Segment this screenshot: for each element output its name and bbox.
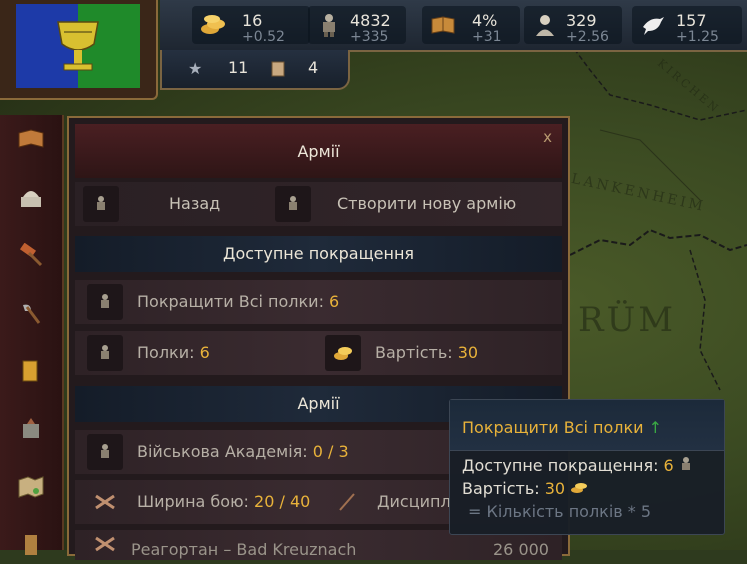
- country-flag-frame[interactable]: [0, 0, 158, 100]
- scroll-icon: [22, 360, 38, 382]
- soldier-icon: [83, 186, 119, 222]
- star-icon: ★: [188, 59, 203, 78]
- soldier-icon: [87, 434, 123, 470]
- create-army-button[interactable]: Створити нову армію: [337, 194, 516, 213]
- tooltip-header: Покращити Всі полки ↑: [450, 400, 724, 451]
- soldier-icon: [323, 14, 335, 37]
- tooltip-title: Покращити Всі полки: [462, 418, 644, 437]
- soldier-icon: [87, 284, 123, 320]
- axe-icon: [23, 304, 41, 324]
- combat-width-value: 20 / 40: [254, 492, 311, 511]
- academy-value: 0 / 3: [312, 442, 349, 461]
- resource-stability[interactable]: 157 +1.25: [632, 6, 742, 45]
- bust-icon: [536, 15, 554, 36]
- regiments-row: Полки: 6 Вартість: 30: [75, 331, 562, 375]
- soldier-icon: [87, 335, 123, 371]
- fort-icon: [23, 418, 39, 438]
- secondary-resource-bar: ★ 11 4: [160, 50, 350, 90]
- resource-gold[interactable]: 16 +0.52: [192, 6, 310, 45]
- palace-icon: [21, 191, 41, 207]
- resource-manpower[interactable]: 4832 +335: [308, 6, 406, 45]
- book-icon: [18, 129, 44, 148]
- sidebar-axe-button[interactable]: [12, 294, 50, 332]
- sidebar-banner-button[interactable]: [12, 526, 50, 564]
- back-button[interactable]: Назад: [169, 194, 220, 213]
- academy-label: Військова Академія:: [137, 442, 308, 461]
- cost-label: Вартість:: [375, 343, 453, 362]
- regiments-value: 6: [199, 343, 210, 362]
- country-flag[interactable]: [16, 4, 140, 88]
- soldier-icon: [275, 186, 311, 222]
- map-icon: [18, 476, 44, 498]
- book-icon: [431, 16, 455, 34]
- panel-header: Армії x: [75, 124, 562, 178]
- gold-coins-icon: [571, 483, 588, 493]
- map-label-rum: RÜM: [578, 300, 677, 340]
- arrow-up-icon: ↑: [648, 418, 663, 437]
- close-icon[interactable]: x: [543, 128, 552, 146]
- crossed-swords-icon: [87, 484, 123, 520]
- banner-icon: [25, 535, 37, 555]
- tooltip-available-label: Доступне покращення:: [462, 456, 659, 475]
- gold-coins-icon: [201, 15, 225, 34]
- upgrade-section-header: Доступне покращення: [75, 236, 562, 272]
- tooltip-formula: = Кількість полків * 5: [468, 502, 652, 521]
- upgrade-section-title: Доступне покращення: [222, 244, 415, 263]
- sidebar-gavel-button[interactable]: [12, 236, 50, 274]
- upgrade-tooltip: Покращити Всі полки ↑ Доступне покращенн…: [449, 399, 725, 535]
- soldier-icon: [681, 457, 690, 470]
- sidebar-fort-button[interactable]: [12, 410, 50, 448]
- tooltip-cost-value: 30: [544, 479, 566, 498]
- stars-value[interactable]: 11: [228, 58, 248, 77]
- upgrade-all-label: Покращити Всі полки:: [137, 292, 324, 311]
- resource-research[interactable]: 4% +31: [422, 6, 520, 45]
- resource-prestige[interactable]: 329 +2.56: [524, 6, 622, 45]
- combat-width-label: Ширина бою:: [137, 492, 249, 511]
- scroll-icon: [271, 61, 285, 77]
- dove-icon: [643, 17, 664, 35]
- tooltip-available-value: 6: [663, 456, 674, 475]
- sidebar-book-button[interactable]: [12, 120, 50, 158]
- sidebar-scroll-button[interactable]: [12, 352, 50, 390]
- action-row: Назад Створити нову армію: [75, 182, 562, 226]
- scrolls-value[interactable]: 4: [308, 58, 318, 77]
- regiments-label: Полки:: [137, 343, 195, 362]
- sidebar-map-button[interactable]: [12, 468, 50, 506]
- crossed-swords-icon: [87, 532, 123, 556]
- panel-title: Армії: [297, 142, 340, 161]
- discipline-label: Дисципл: [377, 492, 451, 511]
- left-sidebar: [0, 115, 64, 555]
- gold-coins-icon: [325, 335, 361, 371]
- cost-value: 30: [457, 343, 479, 362]
- chalice-icon: [57, 21, 99, 71]
- sidebar-palace-button[interactable]: [12, 178, 50, 216]
- gavel-icon: [19, 243, 43, 267]
- resource-bar: 16 +0.52 4832 +335 4% +31 329 +2.56 157 …: [160, 0, 747, 52]
- tooltip-cost-label: Вартість:: [462, 479, 540, 498]
- upgrade-all-value: 6: [329, 292, 340, 311]
- sword-icon: [329, 484, 365, 520]
- upgrade-all-row[interactable]: Покращити Всі полки: 6: [75, 280, 562, 324]
